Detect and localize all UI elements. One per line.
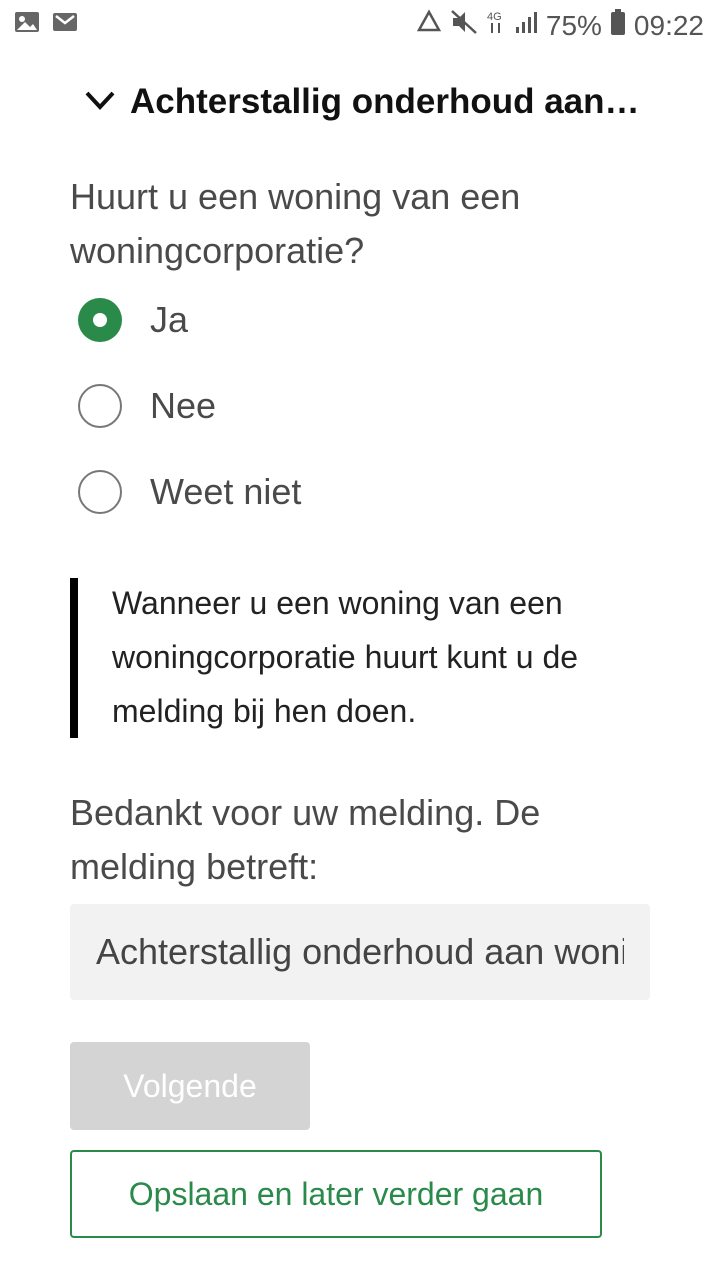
clock: 09:22 — [633, 9, 704, 41]
network-4g-icon: 4G — [486, 9, 506, 42]
radio-button[interactable] — [78, 384, 122, 428]
callout-text: Wanneer u een woning van een woningcorpo… — [112, 585, 579, 729]
subject-value: Achterstallig onderhoud aan woning — [96, 931, 624, 972]
save-later-button[interactable]: Opslaan en later verder gaan — [70, 1150, 602, 1238]
mail-icon — [52, 10, 78, 39]
radio-button[interactable] — [78, 470, 122, 514]
recycle-icon — [416, 9, 442, 42]
battery-icon — [610, 8, 626, 43]
question-text: Huurt u een woning van een woningcorpora… — [70, 176, 521, 271]
mute-icon — [450, 9, 478, 42]
chevron-down-icon[interactable] — [82, 82, 118, 123]
radio-label: Nee — [150, 385, 217, 426]
section-header[interactable]: Achterstallig onderhoud aan… — [82, 78, 692, 126]
radio-label: Ja — [150, 299, 189, 340]
radio-button-checked[interactable] — [78, 298, 122, 342]
subject-field: Achterstallig onderhoud aan woning — [70, 904, 650, 1000]
battery-percent: 75% — [545, 9, 602, 41]
radio-option-weet-niet[interactable]: Weet niet — [78, 468, 301, 516]
section-title: Achterstallig onderhoud aan… — [130, 82, 640, 121]
summary-text: Bedankt voor uw melding. De melding betr… — [70, 792, 541, 887]
status-bar: 4G 75% 09:22 — [0, 0, 720, 48]
image-icon — [14, 10, 40, 39]
info-callout: Wanneer u een woning van een woningcorpo… — [70, 578, 650, 738]
next-button[interactable]: Volgende — [70, 1042, 310, 1130]
radio-option-nee[interactable]: Nee — [78, 382, 216, 430]
radio-label: Weet niet — [150, 471, 302, 512]
radio-option-ja[interactable]: Ja — [78, 296, 188, 344]
svg-text:4G: 4G — [487, 11, 502, 23]
signal-icon — [514, 9, 538, 42]
